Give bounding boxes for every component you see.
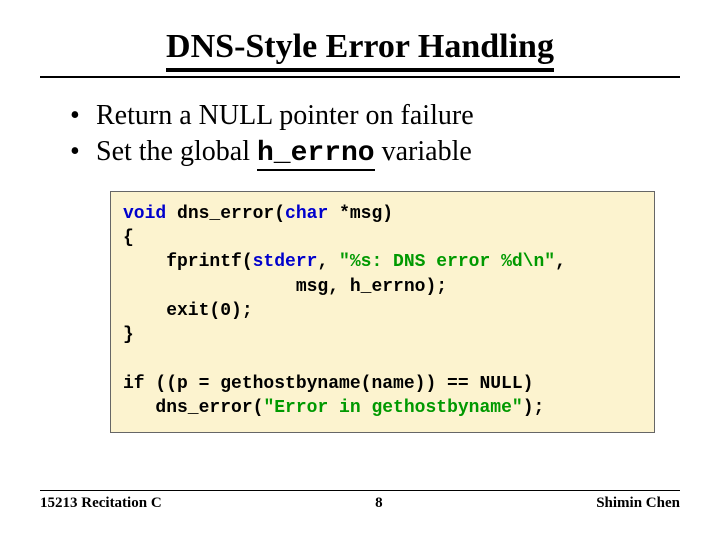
code-text: msg, h_errno); (123, 277, 447, 297)
code-text: , (555, 252, 566, 272)
code-block: void dns_error(char *msg) { fprintf(stde… (110, 191, 655, 434)
footer-left: 15213 Recitation C (40, 495, 162, 512)
slide-footer: 15213 Recitation C 8 Shimin Chen (40, 490, 680, 512)
bullet-text: Return a NULL pointer on failure (96, 98, 474, 134)
bullet-fragment: variable (375, 136, 472, 167)
string-literal: "%s: DNS error %d\n" (339, 252, 555, 272)
code-text: *msg) (328, 204, 393, 224)
footer-right: Shimin Chen (596, 495, 680, 512)
code-text: fprintf( (123, 252, 253, 272)
bullet-dot-icon: • (70, 134, 96, 170)
list-item: • Return a NULL pointer on failure (70, 98, 720, 134)
title-underline (40, 76, 680, 78)
bullet-fragment: Set the global (96, 136, 257, 167)
code-text: ); (523, 398, 545, 418)
code-identifier: h_errno (257, 138, 375, 171)
code-text: } (123, 325, 134, 345)
code-text: dns_error( (166, 204, 285, 224)
keyword: char (285, 204, 328, 224)
list-item: • Set the global h_errno variable (70, 134, 720, 172)
code-text: , (317, 252, 339, 272)
code-text: if ((p = gethostbyname(name)) == NULL) (123, 374, 533, 394)
keyword: stderr (253, 252, 318, 272)
bullet-dot-icon: • (70, 98, 96, 134)
code-text: exit(0); (123, 301, 253, 321)
keyword: void (123, 204, 166, 224)
page-number: 8 (162, 495, 597, 512)
code-text: dns_error( (123, 398, 263, 418)
bullet-text: Set the global h_errno variable (96, 134, 472, 172)
footer-divider (40, 490, 680, 491)
bullet-list: • Return a NULL pointer on failure • Set… (70, 98, 720, 173)
code-text: { (123, 228, 134, 248)
string-literal: "Error in gethostbyname" (263, 398, 522, 418)
slide-title: DNS-Style Error Handling (166, 28, 554, 72)
